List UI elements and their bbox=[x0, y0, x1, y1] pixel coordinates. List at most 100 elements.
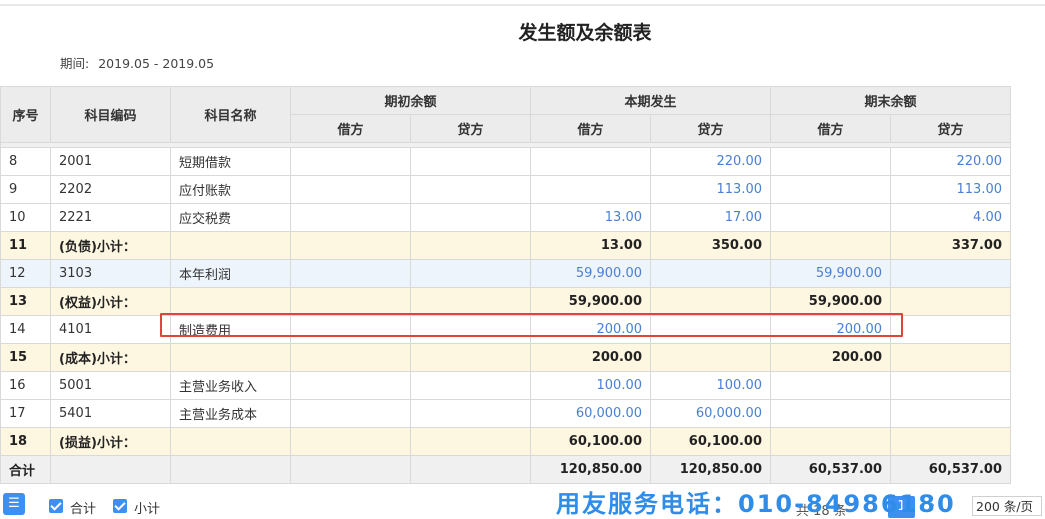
total-row: 合计 120,850.00 120,850.00 60,537.00 60,53… bbox=[0, 455, 1011, 484]
cell-code: (损益)小计： bbox=[50, 427, 171, 456]
cell-closing-debit: 200.00 bbox=[770, 315, 891, 344]
cell-name: 应付账款 bbox=[170, 175, 291, 204]
cell-code: 2001 bbox=[50, 147, 171, 176]
cell-name: 主营业务成本 bbox=[170, 399, 291, 428]
cell-current-debit: 13.00 bbox=[530, 203, 651, 232]
cell-opening-debit bbox=[290, 259, 411, 288]
cell-current-credit: 17.00 bbox=[650, 203, 771, 232]
cell-current-credit: 350.00 bbox=[650, 231, 771, 260]
cell-closing-debit bbox=[770, 231, 891, 260]
total-current-credit: 120,850.00 bbox=[650, 455, 771, 484]
cell-current-debit bbox=[530, 175, 651, 204]
cell-current-credit: 220.00 bbox=[650, 147, 771, 176]
period-value: 2019.05 - 2019.05 bbox=[98, 56, 215, 71]
top-divider bbox=[0, 4, 1045, 6]
page-size-select[interactable]: 200 条/页 bbox=[972, 496, 1042, 516]
cell-opening-debit bbox=[290, 315, 411, 344]
cell-opening-debit bbox=[290, 231, 411, 260]
cell-opening-debit bbox=[290, 399, 411, 428]
cell-opening-credit bbox=[410, 427, 531, 456]
cell-name bbox=[170, 427, 291, 456]
total-opening-debit bbox=[290, 455, 411, 484]
cell-opening-credit bbox=[410, 203, 531, 232]
table-row[interactable]: 14 4101 制造费用 200.00 200.00 bbox=[0, 315, 1011, 344]
cell-opening-debit bbox=[290, 203, 411, 232]
cell-seq: 16 bbox=[0, 371, 51, 400]
period-display: 期间: 2019.05 - 2019.05 bbox=[60, 53, 214, 72]
cell-closing-debit bbox=[770, 203, 891, 232]
checkbox-total[interactable] bbox=[49, 499, 63, 513]
table-footer: ☰ 合计 小计 共 18 条 ‹ 1 › 200 条/页 用友服务电话：010-… bbox=[0, 490, 1045, 519]
cell-code: 2221 bbox=[50, 203, 171, 232]
subtotal-row[interactable]: 11 (负债)小计： 13.00 350.00 337.00 bbox=[0, 231, 1011, 260]
cell-opening-credit bbox=[410, 287, 531, 316]
cell-seq: 15 bbox=[0, 343, 51, 372]
cell-closing-credit: 220.00 bbox=[890, 147, 1011, 176]
total-opening-credit bbox=[410, 455, 531, 484]
cell-code: 5001 bbox=[50, 371, 171, 400]
list-menu-icon[interactable]: ☰ bbox=[3, 493, 25, 515]
cell-name: 应交税费 bbox=[170, 203, 291, 232]
cell-opening-credit bbox=[410, 175, 531, 204]
checkbox-subtotal-label: 小计 bbox=[134, 502, 161, 517]
table-row[interactable]: 12 3103 本年利润 59,900.00 59,900.00 bbox=[0, 259, 1011, 288]
total-closing-debit: 60,537.00 bbox=[770, 455, 891, 484]
col-header-opening-debit: 借方 bbox=[290, 114, 411, 143]
cell-closing-debit bbox=[770, 427, 891, 456]
cell-opening-debit bbox=[290, 343, 411, 372]
cell-current-debit bbox=[530, 147, 651, 176]
page-title: 发生额及余额表 bbox=[518, 22, 652, 44]
cell-opening-debit bbox=[290, 287, 411, 316]
cell-current-debit: 59,900.00 bbox=[530, 259, 651, 288]
table-row[interactable]: 8 2001 短期借款 220.00 220.00 bbox=[0, 147, 1011, 176]
cell-current-credit bbox=[650, 315, 771, 344]
cell-code: (权益)小计： bbox=[50, 287, 171, 316]
col-header-code: 科目编码 bbox=[50, 86, 171, 143]
cell-code: (负债)小计： bbox=[50, 231, 171, 260]
col-header-opening-credit: 贷方 bbox=[410, 114, 531, 143]
col-header-current: 本期发生 bbox=[530, 86, 771, 115]
cell-closing-credit bbox=[890, 287, 1011, 316]
cell-code: 5401 bbox=[50, 399, 171, 428]
col-header-name: 科目名称 bbox=[170, 86, 291, 143]
table-row[interactable]: 16 5001 主营业务收入 100.00 100.00 bbox=[0, 371, 1011, 400]
cell-name bbox=[170, 343, 291, 372]
total-label: 合计 bbox=[0, 455, 51, 484]
cell-seq: 17 bbox=[0, 399, 51, 428]
subtotal-row[interactable]: 18 (损益)小计： 60,100.00 60,100.00 bbox=[0, 427, 1011, 456]
cell-opening-credit bbox=[410, 231, 531, 260]
cell-closing-debit bbox=[770, 175, 891, 204]
cell-opening-credit bbox=[410, 259, 531, 288]
cell-closing-credit: 113.00 bbox=[890, 175, 1011, 204]
cell-name bbox=[170, 287, 291, 316]
cell-opening-debit bbox=[290, 371, 411, 400]
cell-opening-debit bbox=[290, 147, 411, 176]
cell-closing-debit: 200.00 bbox=[770, 343, 891, 372]
cell-closing-credit bbox=[890, 315, 1011, 344]
cell-seq: 11 bbox=[0, 231, 51, 260]
cell-opening-credit bbox=[410, 371, 531, 400]
cell-current-debit: 60,100.00 bbox=[530, 427, 651, 456]
col-header-closing: 期末余额 bbox=[770, 86, 1011, 115]
cell-closing-credit bbox=[890, 427, 1011, 456]
cell-closing-credit bbox=[890, 399, 1011, 428]
cell-name: 本年利润 bbox=[170, 259, 291, 288]
cell-opening-credit bbox=[410, 147, 531, 176]
table-row[interactable]: 17 5401 主营业务成本 60,000.00 60,000.00 bbox=[0, 399, 1011, 428]
cell-closing-credit: 4.00 bbox=[890, 203, 1011, 232]
cell-opening-credit bbox=[410, 343, 531, 372]
cell-current-debit: 59,900.00 bbox=[530, 287, 651, 316]
cell-current-credit bbox=[650, 343, 771, 372]
total-code bbox=[50, 455, 171, 484]
cell-code: (成本)小计： bbox=[50, 343, 171, 372]
subtotal-row[interactable]: 15 (成本)小计： 200.00 200.00 bbox=[0, 343, 1011, 372]
table-row[interactable]: 9 2202 应付账款 113.00 113.00 bbox=[0, 175, 1011, 204]
service-hotline-watermark: 用友服务电话：010-84986180 bbox=[556, 490, 956, 518]
cell-closing-credit bbox=[890, 371, 1011, 400]
cell-current-credit: 113.00 bbox=[650, 175, 771, 204]
total-closing-credit: 60,537.00 bbox=[890, 455, 1011, 484]
checkbox-subtotal[interactable] bbox=[113, 499, 127, 513]
cell-seq: 8 bbox=[0, 147, 51, 176]
subtotal-row[interactable]: 13 (权益)小计： 59,900.00 59,900.00 bbox=[0, 287, 1011, 316]
table-row[interactable]: 10 2221 应交税费 13.00 17.00 4.00 bbox=[0, 203, 1011, 232]
